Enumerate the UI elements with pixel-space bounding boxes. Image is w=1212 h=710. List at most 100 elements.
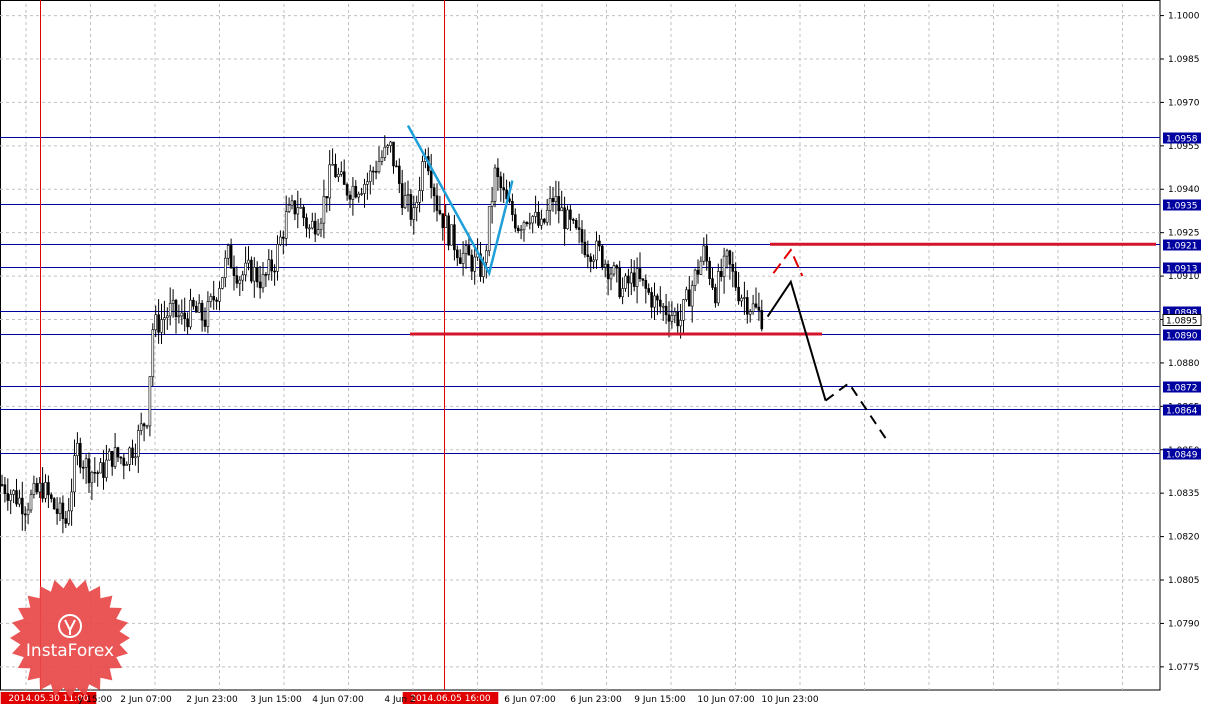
- candle-body: [145, 425, 149, 428]
- candle-body: [79, 443, 82, 468]
- candle-body: [154, 314, 157, 331]
- candle-body: [26, 509, 30, 515]
- candle-body: [499, 176, 503, 188]
- candle-body: [699, 260, 703, 275]
- candle-body: [209, 296, 213, 302]
- candle-body: [618, 267, 622, 298]
- candle-body: [290, 200, 294, 206]
- candle-body: [484, 250, 488, 263]
- candle-body: [444, 215, 448, 229]
- candle-body: [151, 329, 155, 378]
- candle-body: [166, 315, 169, 318]
- candle-body: [696, 269, 700, 275]
- candle-body: [224, 257, 227, 278]
- candle-body: [708, 260, 711, 279]
- candle-body: [38, 482, 42, 493]
- candle-body: [595, 240, 598, 261]
- candle-body: [406, 194, 410, 196]
- candle-body: [212, 296, 215, 301]
- candle-body: [23, 513, 27, 516]
- candle-body: [180, 312, 184, 317]
- candle-body: [70, 491, 73, 512]
- candle-body: [108, 450, 111, 461]
- candle-body: [418, 190, 421, 203]
- candle-body: [299, 206, 303, 209]
- candle-body: [722, 255, 726, 278]
- candle-body: [351, 185, 355, 200]
- x-tick-label: 4 Jun 2: [384, 695, 415, 705]
- candle-body: [221, 277, 224, 289]
- candle-body: [276, 244, 279, 272]
- candle-body: [647, 288, 651, 293]
- candle-body: [174, 299, 178, 318]
- candle-body: [322, 196, 326, 224]
- candle-body: [551, 198, 555, 203]
- candle-body: [598, 240, 601, 247]
- level-label: 1.0921: [1166, 242, 1198, 252]
- candle-body: [687, 289, 691, 307]
- forecast-primary: [766, 279, 827, 401]
- candle-body: [650, 292, 653, 308]
- candle-body: [296, 207, 300, 215]
- candle-body: [716, 271, 720, 304]
- candle-body: [270, 259, 274, 272]
- candle-body: [192, 299, 195, 307]
- candle-body: [632, 272, 636, 287]
- candle-body: [55, 508, 59, 514]
- candle-body: [342, 171, 346, 185]
- candle-body: [41, 482, 44, 499]
- candle-body: [200, 302, 204, 321]
- candle-body: [99, 462, 102, 474]
- vertical-marker-label: 2014.06.05 16:00: [410, 694, 491, 704]
- candle-body: [90, 471, 94, 484]
- candle-body: [470, 254, 474, 272]
- candle-body: [586, 254, 590, 257]
- candle-body: [542, 218, 546, 223]
- candle-body: [73, 455, 76, 493]
- candle-body: [87, 458, 91, 484]
- y-tick-label: 1.0805: [1168, 576, 1200, 586]
- candle-body: [563, 207, 566, 230]
- candle-body: [609, 273, 613, 280]
- candle-body: [673, 311, 677, 316]
- candle-body: [395, 165, 398, 168]
- candle-body: [612, 265, 616, 275]
- candle-body: [305, 217, 308, 229]
- candle-body: [357, 193, 361, 198]
- candle-body: [58, 502, 62, 514]
- candle-body: [64, 518, 68, 524]
- candle-body: [641, 278, 645, 281]
- y-tick-label: 1.0820: [1168, 533, 1200, 543]
- candle-body: [29, 494, 33, 511]
- level-label: 1.0935: [1166, 202, 1198, 212]
- candle-body: [3, 484, 7, 494]
- candle-body: [603, 263, 607, 268]
- candle-body: [49, 494, 53, 499]
- candle-body: [627, 275, 630, 284]
- candle-body: [229, 245, 233, 269]
- candle-body: [682, 299, 685, 321]
- candle-body: [134, 456, 137, 459]
- candle-body: [148, 376, 152, 427]
- candle-body: [429, 170, 433, 189]
- candle-body: [513, 214, 517, 229]
- candle-body: [279, 236, 282, 245]
- candle-body: [453, 224, 456, 251]
- candle-body: [432, 187, 436, 197]
- candle-body: [368, 170, 372, 182]
- candle-body: [592, 259, 595, 262]
- candle-body: [328, 164, 332, 199]
- candle-body: [142, 423, 146, 427]
- candle-body: [81, 466, 85, 469]
- candle-body: [548, 198, 552, 211]
- candle-body: [656, 295, 659, 301]
- candle-body: [35, 483, 39, 493]
- candle-body: [241, 274, 244, 281]
- candle-body: [6, 493, 10, 501]
- candle-body: [664, 305, 668, 316]
- candle-body: [183, 312, 186, 320]
- candle-body: [714, 287, 717, 304]
- x-tick-label: 10 Jun 07:00: [697, 695, 754, 705]
- candle-body: [560, 207, 564, 212]
- candle-body: [125, 463, 128, 466]
